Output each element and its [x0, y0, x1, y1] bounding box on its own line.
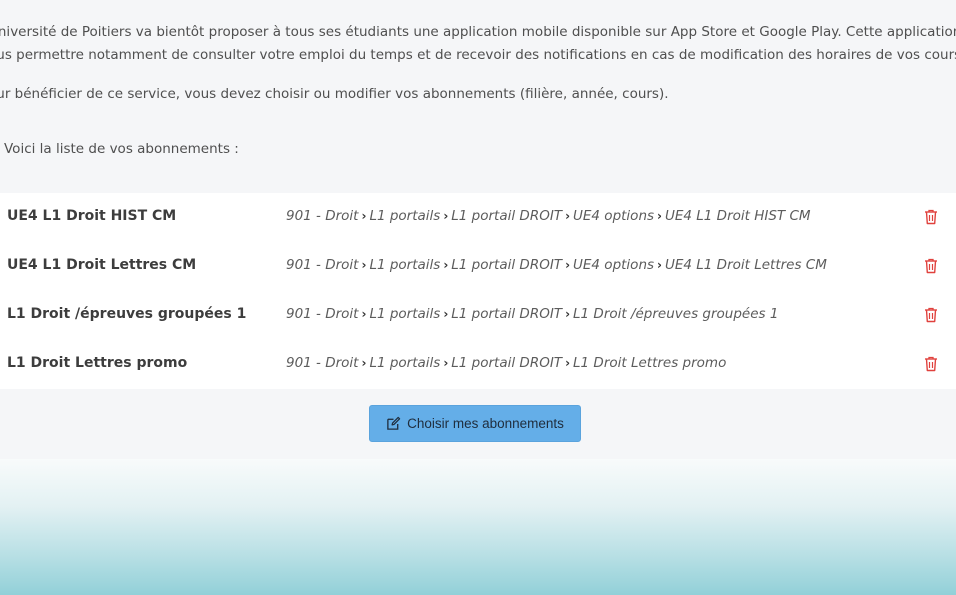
subscription-name: L1 Droit /épreuves groupées 1 [7, 306, 247, 322]
path-segment: L1 portails [369, 355, 441, 371]
subscription-name: UE4 L1 Droit HIST CM [7, 208, 177, 224]
path-segment: L1 portail DROIT [451, 355, 563, 371]
path-segment: L1 Droit Lettres promo [573, 355, 727, 371]
path-segment: 901 - Droit [286, 306, 359, 322]
content-panel: Université de Poitiers va bientôt propos… [0, 0, 956, 459]
subscription-path: 901 - Droit › L1 portails › L1 portail DROIT… [286, 355, 726, 371]
trash-icon[interactable] [924, 356, 938, 372]
subscription-row: UE4 L1 Droit HIST CM 901 - Droit › L1 porta… [0, 193, 956, 242]
trash-icon[interactable] [924, 258, 938, 274]
path-segment: UE4 L1 Droit HIST CM [664, 208, 811, 224]
chevron-right-icon: › [565, 356, 571, 370]
trash-icon[interactable] [924, 209, 938, 225]
chevron-right-icon: › [361, 258, 367, 272]
choose-subscriptions-label: Choisir mes abonnements [407, 416, 564, 431]
intro-paragraph: Université de Poitiers va bientôt propos… [0, 21, 956, 67]
path-segment: L1 portail DROIT [451, 208, 563, 224]
path-segment: 901 - Droit [286, 208, 359, 224]
path-segment: L1 Droit /épreuves groupées 1 [573, 306, 779, 322]
intro-line-1: Université de Poitiers va bientôt propos… [0, 24, 956, 40]
subscriptions-heading: Voici la liste de vos abonnements : [4, 141, 239, 157]
footer-gradient [0, 459, 956, 595]
chevron-right-icon: › [443, 356, 449, 370]
subscriptions-list: UE4 L1 Droit HIST CM 901 - Droit › L1 porta… [0, 193, 956, 389]
choose-subscriptions-button[interactable]: Choisir mes abonnements [369, 405, 581, 442]
subscription-path: 901 - Droit › L1 portails › L1 portail DROIT… [286, 306, 778, 322]
chevron-right-icon: › [657, 209, 662, 223]
subscription-name: UE4 L1 Droit Lettres CM [7, 257, 197, 273]
edit-icon [387, 416, 401, 430]
intro-instruction: our bénéficier de ce service, vous devez… [0, 86, 669, 102]
subscription-row: L1 Droit Lettres promo 901 - Droit › L1 por… [0, 340, 956, 389]
chevron-right-icon: › [443, 209, 449, 223]
chevron-right-icon: › [443, 258, 449, 272]
path-segment: L1 portail DROIT [451, 257, 563, 273]
chevron-right-icon: › [657, 258, 662, 272]
subscription-row: UE4 L1 Droit Lettres CM 901 - Droit › L1 po… [0, 242, 956, 291]
path-segment: UE4 options [573, 208, 655, 224]
intro-line-2: ous permettre notamment de consulter vot… [0, 47, 956, 63]
chevron-right-icon: › [361, 209, 367, 223]
subscription-row: L1 Droit /épreuves groupées 1 901 - Droit… [0, 291, 956, 340]
path-segment: L1 portails [369, 257, 441, 273]
path-segment: 901 - Droit [286, 257, 359, 273]
path-segment: L1 portails [369, 208, 441, 224]
chevron-right-icon: › [361, 307, 367, 321]
chevron-right-icon: › [565, 209, 571, 223]
chevron-right-icon: › [565, 307, 571, 321]
path-segment: UE4 L1 Droit Lettres CM [664, 257, 827, 273]
subscription-name: L1 Droit Lettres promo [7, 355, 188, 371]
path-segment: L1 portail DROIT [451, 306, 563, 322]
chevron-right-icon: › [361, 356, 367, 370]
subscription-path: 901 - Droit › L1 portails › L1 portail DROIT… [286, 208, 811, 224]
subscription-path: 901 - Droit › L1 portails › L1 portail DROIT… [286, 257, 827, 273]
trash-icon[interactable] [924, 307, 938, 323]
chevron-right-icon: › [565, 258, 571, 272]
path-segment: L1 portails [369, 306, 441, 322]
chevron-right-icon: › [443, 307, 449, 321]
path-segment: UE4 options [573, 257, 655, 273]
path-segment: 901 - Droit [286, 355, 359, 371]
